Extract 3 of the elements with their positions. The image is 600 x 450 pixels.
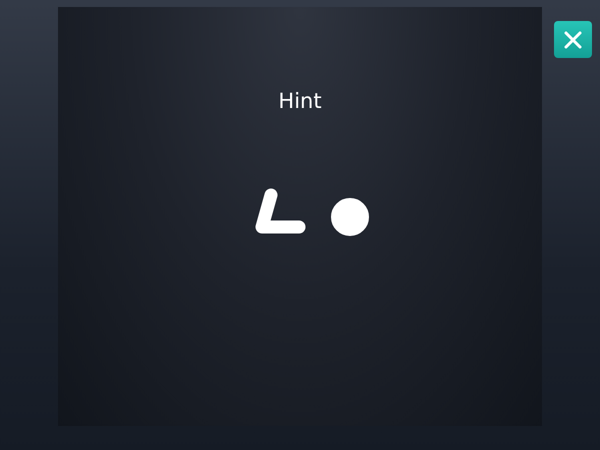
hint-title: Hint bbox=[278, 88, 322, 115]
close-button[interactable] bbox=[554, 21, 592, 58]
close-icon bbox=[564, 30, 582, 48]
